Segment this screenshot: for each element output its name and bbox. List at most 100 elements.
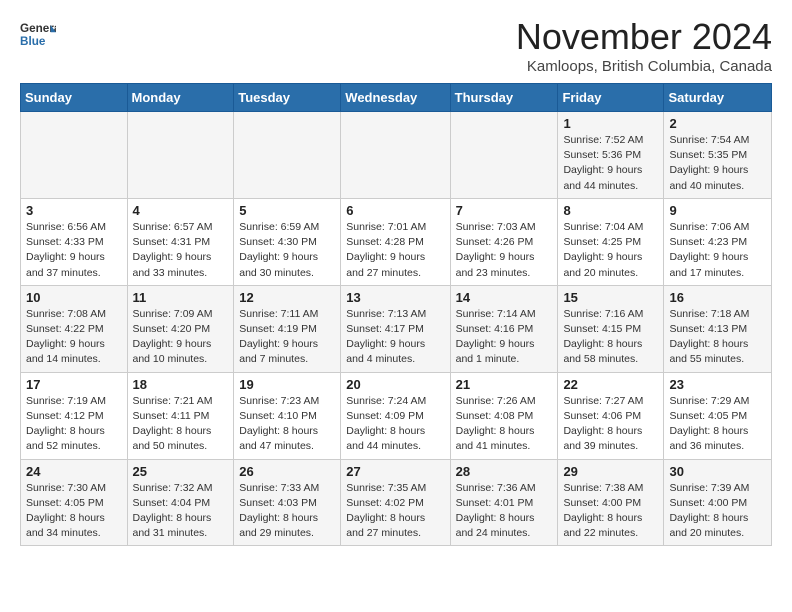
calendar-cell: 10 Sunrise: 7:08 AM Sunset: 4:22 PM Dayli… (21, 285, 128, 372)
logo-icon: General Blue (20, 16, 56, 52)
calendar-cell (21, 112, 128, 199)
day-number: 2 (669, 116, 766, 131)
calendar-week-row: 24 Sunrise: 7:30 AM Sunset: 4:05 PM Dayli… (21, 459, 772, 546)
day-number: 4 (133, 203, 229, 218)
day-number: 10 (26, 290, 122, 305)
calendar-week-row: 1 Sunrise: 7:52 AM Sunset: 5:36 PM Daylig… (21, 112, 772, 199)
calendar-header: SundayMondayTuesdayWednesdayThursdayFrid… (21, 84, 772, 112)
day-info: Sunrise: 7:29 AM Sunset: 4:05 PM Dayligh… (669, 394, 766, 455)
calendar-table: SundayMondayTuesdayWednesdayThursdayFrid… (20, 83, 772, 546)
day-info: Sunrise: 7:21 AM Sunset: 4:11 PM Dayligh… (133, 394, 229, 455)
day-info: Sunrise: 7:36 AM Sunset: 4:01 PM Dayligh… (456, 481, 553, 542)
day-number: 23 (669, 377, 766, 392)
day-number: 14 (456, 290, 553, 305)
day-number: 21 (456, 377, 553, 392)
title-area: November 2024 Kamloops, British Columbia… (516, 16, 772, 75)
calendar-cell: 7 Sunrise: 7:03 AM Sunset: 4:26 PM Daylig… (450, 198, 558, 285)
calendar-week-row: 17 Sunrise: 7:19 AM Sunset: 4:12 PM Dayli… (21, 372, 772, 459)
calendar-cell: 28 Sunrise: 7:36 AM Sunset: 4:01 PM Dayli… (450, 459, 558, 546)
calendar-cell: 9Sunrise: 7:06 AM Sunset: 4:23 PM Daylig… (664, 198, 772, 285)
day-number: 20 (346, 377, 444, 392)
location-subtitle: Kamloops, British Columbia, Canada (516, 58, 772, 75)
calendar-cell: 3 Sunrise: 6:56 AM Sunset: 4:33 PM Daylig… (21, 198, 128, 285)
day-info: Sunrise: 7:14 AM Sunset: 4:16 PM Dayligh… (456, 307, 553, 368)
day-number: 30 (669, 464, 766, 479)
calendar-cell: 24 Sunrise: 7:30 AM Sunset: 4:05 PM Dayli… (21, 459, 128, 546)
day-number: 17 (26, 377, 122, 392)
day-number: 7 (456, 203, 553, 218)
day-number: 18 (133, 377, 229, 392)
calendar-cell: 8 Sunrise: 7:04 AM Sunset: 4:25 PM Daylig… (558, 198, 664, 285)
day-info: Sunrise: 7:52 AM Sunset: 5:36 PM Dayligh… (563, 133, 658, 194)
day-number: 8 (563, 203, 658, 218)
calendar-cell: 25 Sunrise: 7:32 AM Sunset: 4:04 PM Dayli… (127, 459, 234, 546)
calendar-cell: 11 Sunrise: 7:09 AM Sunset: 4:20 PM Dayli… (127, 285, 234, 372)
calendar-cell: 22 Sunrise: 7:27 AM Sunset: 4:06 PM Dayli… (558, 372, 664, 459)
calendar-cell: 16Sunrise: 7:18 AM Sunset: 4:13 PM Dayli… (664, 285, 772, 372)
weekday-header: Monday (127, 84, 234, 112)
calendar-cell: 20 Sunrise: 7:24 AM Sunset: 4:09 PM Dayli… (341, 372, 450, 459)
day-info: Sunrise: 7:39 AM Sunset: 4:00 PM Dayligh… (669, 481, 766, 542)
weekday-header: Wednesday (341, 84, 450, 112)
day-info: Sunrise: 7:38 AM Sunset: 4:00 PM Dayligh… (563, 481, 658, 542)
day-info: Sunrise: 7:18 AM Sunset: 4:13 PM Dayligh… (669, 307, 766, 368)
day-info: Sunrise: 6:59 AM Sunset: 4:30 PM Dayligh… (239, 220, 335, 281)
day-info: Sunrise: 7:24 AM Sunset: 4:09 PM Dayligh… (346, 394, 444, 455)
day-number: 9 (669, 203, 766, 218)
weekday-header: Tuesday (234, 84, 341, 112)
calendar-cell: 27Sunrise: 7:35 AM Sunset: 4:02 PM Dayli… (341, 459, 450, 546)
day-number: 3 (26, 203, 122, 218)
day-info: Sunrise: 7:08 AM Sunset: 4:22 PM Dayligh… (26, 307, 122, 368)
day-number: 19 (239, 377, 335, 392)
day-number: 28 (456, 464, 553, 479)
day-number: 5 (239, 203, 335, 218)
calendar-cell: 5 Sunrise: 6:59 AM Sunset: 4:30 PM Daylig… (234, 198, 341, 285)
calendar-cell: 17 Sunrise: 7:19 AM Sunset: 4:12 PM Dayli… (21, 372, 128, 459)
calendar-cell: 13Sunrise: 7:13 AM Sunset: 4:17 PM Dayli… (341, 285, 450, 372)
month-title: November 2024 (516, 16, 772, 58)
calendar-cell (341, 112, 450, 199)
day-number: 25 (133, 464, 229, 479)
day-info: Sunrise: 7:33 AM Sunset: 4:03 PM Dayligh… (239, 481, 335, 542)
day-info: Sunrise: 7:11 AM Sunset: 4:19 PM Dayligh… (239, 307, 335, 368)
weekday-header-row: SundayMondayTuesdayWednesdayThursdayFrid… (21, 84, 772, 112)
svg-text:Blue: Blue (20, 35, 46, 48)
weekday-header: Friday (558, 84, 664, 112)
weekday-header: Thursday (450, 84, 558, 112)
calendar-cell: 26 Sunrise: 7:33 AM Sunset: 4:03 PM Dayli… (234, 459, 341, 546)
calendar-week-row: 10 Sunrise: 7:08 AM Sunset: 4:22 PM Dayli… (21, 285, 772, 372)
day-number: 15 (563, 290, 658, 305)
calendar-cell: 12 Sunrise: 7:11 AM Sunset: 4:19 PM Dayli… (234, 285, 341, 372)
day-number: 22 (563, 377, 658, 392)
calendar-cell: 6 Sunrise: 7:01 AM Sunset: 4:28 PM Daylig… (341, 198, 450, 285)
calendar-cell: 30 Sunrise: 7:39 AM Sunset: 4:00 PM Dayli… (664, 459, 772, 546)
day-info: Sunrise: 7:23 AM Sunset: 4:10 PM Dayligh… (239, 394, 335, 455)
day-number: 26 (239, 464, 335, 479)
calendar-cell (450, 112, 558, 199)
day-info: Sunrise: 7:19 AM Sunset: 4:12 PM Dayligh… (26, 394, 122, 455)
day-info: Sunrise: 6:56 AM Sunset: 4:33 PM Dayligh… (26, 220, 122, 281)
day-info: Sunrise: 7:30 AM Sunset: 4:05 PM Dayligh… (26, 481, 122, 542)
day-number: 29 (563, 464, 658, 479)
calendar-cell: 21Sunrise: 7:26 AM Sunset: 4:08 PM Dayli… (450, 372, 558, 459)
day-info: Sunrise: 7:01 AM Sunset: 4:28 PM Dayligh… (346, 220, 444, 281)
day-number: 11 (133, 290, 229, 305)
day-info: Sunrise: 7:09 AM Sunset: 4:20 PM Dayligh… (133, 307, 229, 368)
day-number: 6 (346, 203, 444, 218)
day-number: 13 (346, 290, 444, 305)
calendar-cell: 2 Sunrise: 7:54 AM Sunset: 5:35 PM Daylig… (664, 112, 772, 199)
calendar-body: 1 Sunrise: 7:52 AM Sunset: 5:36 PM Daylig… (21, 112, 772, 546)
day-number: 24 (26, 464, 122, 479)
day-info: Sunrise: 7:54 AM Sunset: 5:35 PM Dayligh… (669, 133, 766, 194)
logo: General Blue (20, 16, 56, 52)
day-info: Sunrise: 7:35 AM Sunset: 4:02 PM Dayligh… (346, 481, 444, 542)
day-number: 12 (239, 290, 335, 305)
calendar-cell: 19 Sunrise: 7:23 AM Sunset: 4:10 PM Dayli… (234, 372, 341, 459)
day-info: Sunrise: 6:57 AM Sunset: 4:31 PM Dayligh… (133, 220, 229, 281)
day-info: Sunrise: 7:27 AM Sunset: 4:06 PM Dayligh… (563, 394, 658, 455)
day-number: 1 (563, 116, 658, 131)
day-info: Sunrise: 7:04 AM Sunset: 4:25 PM Dayligh… (563, 220, 658, 281)
header: General Blue November 2024 Kamloops, Bri… (20, 16, 772, 75)
day-info: Sunrise: 7:32 AM Sunset: 4:04 PM Dayligh… (133, 481, 229, 542)
day-info: Sunrise: 7:03 AM Sunset: 4:26 PM Dayligh… (456, 220, 553, 281)
